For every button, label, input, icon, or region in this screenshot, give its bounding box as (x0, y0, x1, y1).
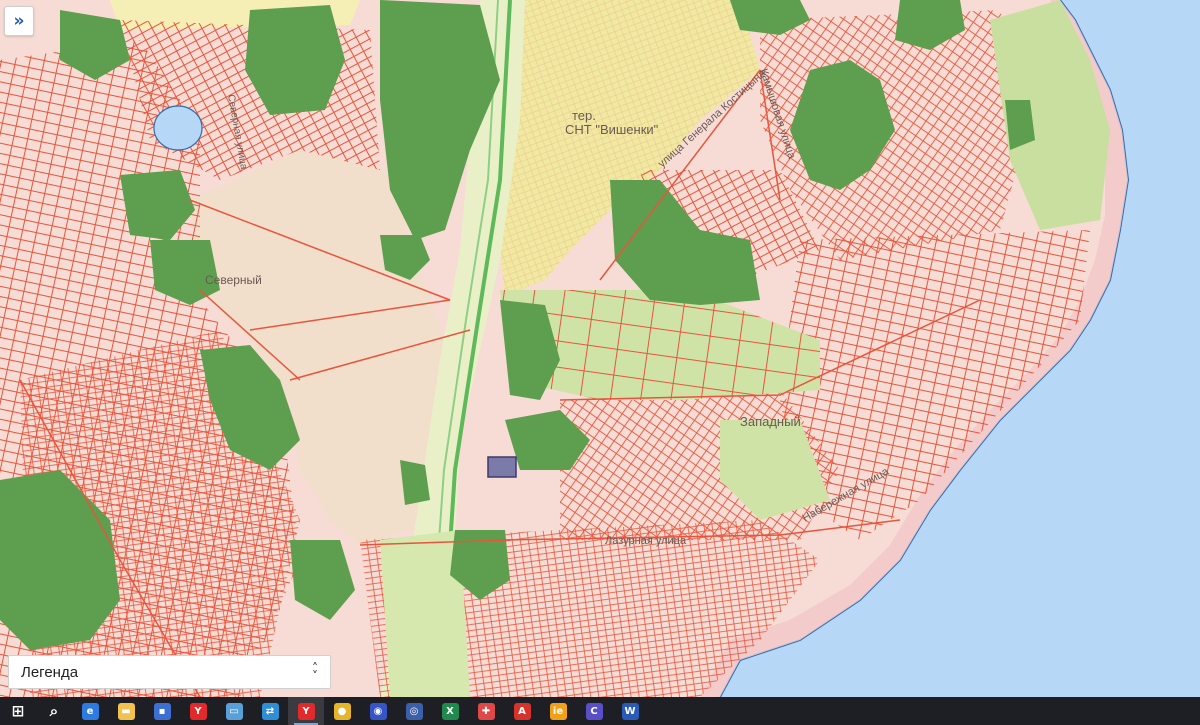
acrobat-icon: A (513, 702, 531, 720)
taskbar-yandex-button[interactable]: Y (180, 697, 216, 725)
yandex-icon: Y (189, 702, 207, 720)
taskbar-app-orange-button[interactable]: ie (540, 697, 576, 725)
save-disk-icon: ▪ (153, 702, 171, 720)
app-red-icon: ✚ (477, 702, 495, 720)
district-label-zapadny: Западный (740, 414, 801, 429)
taskbar-app-c-button[interactable]: C (576, 697, 612, 725)
taskbar-app-window-button[interactable]: ▭ (216, 697, 252, 725)
taskbar-acrobat-button[interactable]: A (504, 697, 540, 725)
taskbar-search-button[interactable]: ⌕ (36, 697, 72, 725)
chrome-icon: ● (333, 702, 351, 720)
snt-label-name: СНТ "Вишенки" (565, 122, 659, 137)
app-eye-icon: ◎ (405, 702, 423, 720)
taskbar-app-red-button[interactable]: ✚ (468, 697, 504, 725)
teamviewer-icon: ⇄ (261, 702, 279, 720)
taskbar-edge-button[interactable]: e (72, 697, 108, 725)
app-c-icon: C (585, 702, 603, 720)
taskbar-teamviewer-button[interactable]: ⇄ (252, 697, 288, 725)
excel-icon: X (441, 702, 459, 720)
snt-label-ter: тер. (572, 108, 596, 123)
taskbar-word-button[interactable]: W (612, 697, 648, 725)
map-view[interactable]: тер. СНТ "Вишенки" улица Генерала Костиц… (0, 0, 1200, 697)
taskbar-excel-button[interactable]: X (432, 697, 468, 725)
taskbar-save-disk-button[interactable]: ▪ (144, 697, 180, 725)
taskbar-app-eye-button[interactable]: ◎ (396, 697, 432, 725)
taskbar-app-blue-circle-button[interactable]: ◉ (360, 697, 396, 725)
chevron-updown-icon: ˄ ˅ (312, 661, 318, 683)
legend-label: Легенда (21, 663, 79, 681)
app-blue-circle-icon: ◉ (369, 702, 387, 720)
taskbar-chrome-button[interactable]: ● (324, 697, 360, 725)
file-explorer-icon: ▬ (117, 702, 135, 720)
street-label-lazurnaya: Лазурная улица (605, 535, 687, 547)
selected-parcel[interactable] (487, 456, 517, 478)
windows-start-icon: ⊞ (11, 702, 25, 720)
taskbar-yandex-browser-button[interactable]: Y (288, 697, 324, 725)
taskbar-windows-start-button[interactable]: ⊞ (0, 697, 36, 725)
legend-dropdown[interactable]: Легенда ˄ ˅ (8, 655, 331, 689)
taskbar-file-explorer-button[interactable]: ▬ (108, 697, 144, 725)
yandex-browser-icon: Y (297, 702, 315, 720)
edge-icon: e (81, 702, 99, 720)
app-orange-icon: ie (549, 702, 567, 720)
search-icon: ⌕ (49, 702, 59, 720)
app-window-icon: ▭ (225, 702, 243, 720)
expand-panel-button[interactable]: » (4, 6, 34, 36)
district-label-severny: Северный (205, 273, 262, 287)
lake (153, 105, 203, 151)
word-icon: W (621, 702, 639, 720)
windows-taskbar: ⊞ ⌕ e ▬ ▪ Y ▭ ⇄ Y ● ◉ ◎ X ✚ Aie C W (0, 697, 1200, 725)
